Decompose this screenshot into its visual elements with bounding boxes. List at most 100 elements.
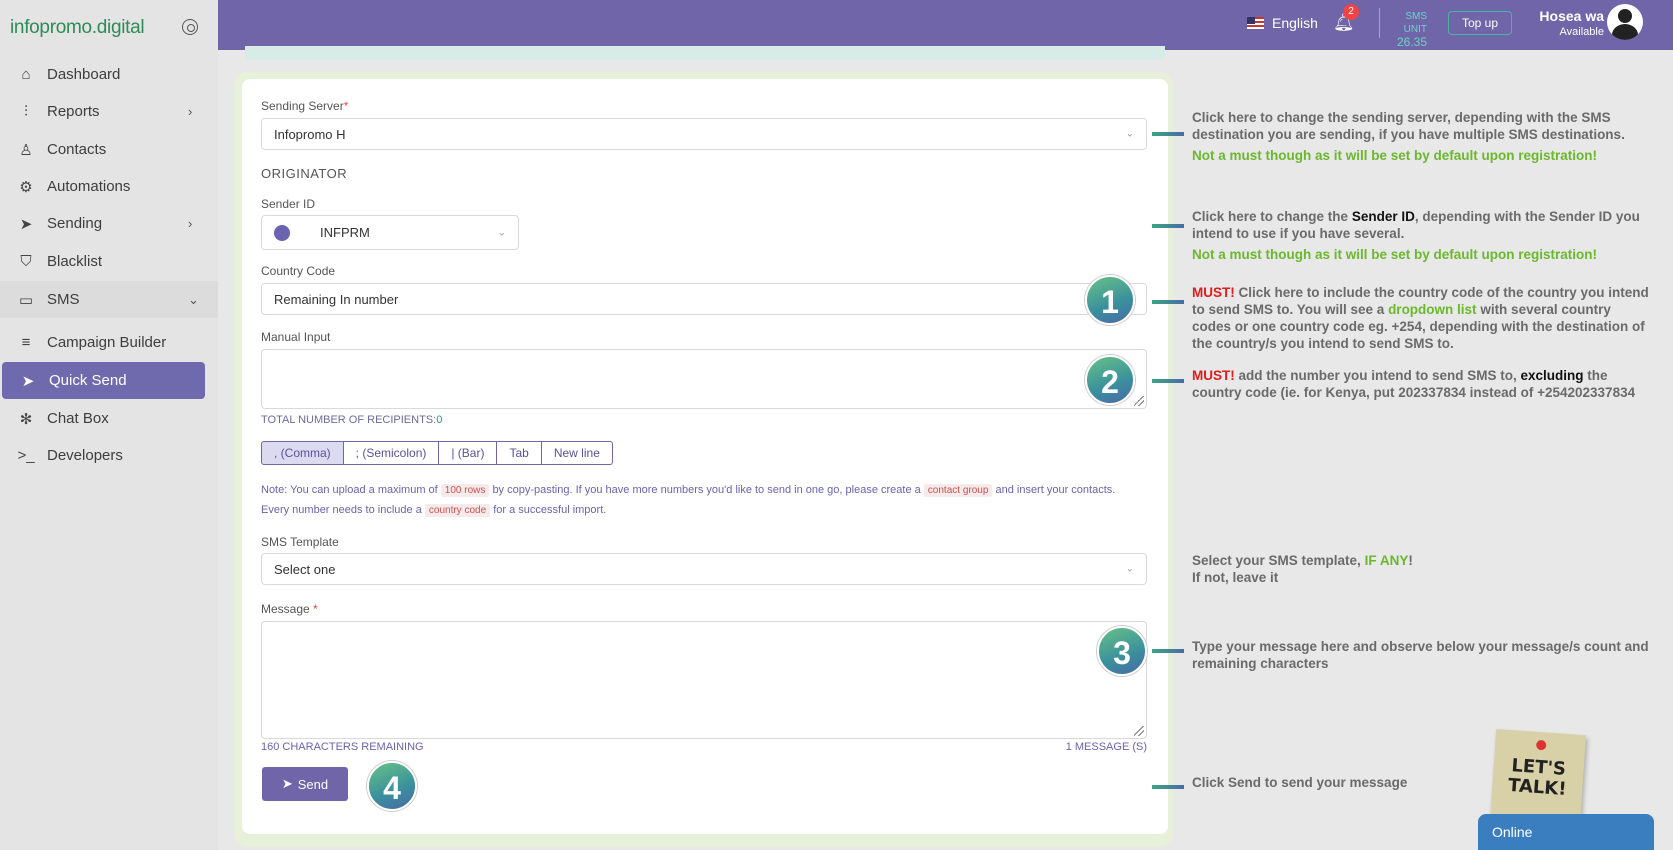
home-icon: ⌂ [21, 66, 31, 83]
sidebar-item-label: Automations [47, 178, 131, 195]
annotation-country-code: MUST! Click here to include the country … [1192, 285, 1649, 351]
shield-icon: ⛉ [20, 253, 32, 270]
country-code-select[interactable]: Remaining In number [261, 283, 1147, 315]
step-marker-1: 1 [1085, 275, 1135, 325]
sms-unit-value: 26.35 [1396, 35, 1427, 49]
annotation-sending-server: Click here to change the sending server,… [1192, 110, 1625, 163]
send-button[interactable]: ➤ Send [262, 767, 348, 801]
annotation-manual-input: MUST! add the number you intend to send … [1192, 368, 1636, 400]
message-textarea[interactable] [261, 621, 1147, 739]
message-label: Message * [261, 602, 318, 616]
sidebar-item-blacklist[interactable]: ⛉ Blacklist [0, 243, 218, 280]
sidebar-item-sms[interactable]: ▭ SMS ⌄ [0, 281, 218, 318]
sidebar-item-sending[interactable]: ➤ Sending › [0, 205, 218, 242]
sms-template-value: Select one [274, 561, 336, 577]
app-logo[interactable]: infopromo.digital [10, 17, 145, 39]
message-count: 1 MESSAGE (S) [1065, 741, 1147, 753]
cpu-icon: ⚙ [19, 178, 33, 196]
sidebar-item-automations[interactable]: ⚙ Automations [0, 168, 218, 205]
separator-newline-button[interactable]: New line [541, 441, 613, 465]
sms-unit-balance: SMS UNIT 26.35 [1387, 10, 1427, 49]
avatar[interactable] [1607, 4, 1643, 40]
sidebar: infopromo.digital ⌂ Dashboard ⫶ Reports … [0, 0, 218, 850]
sidebar-item-contacts[interactable]: ♙ Contacts [0, 131, 218, 168]
sending-server-value: Infopromo H [274, 126, 346, 142]
sidebar-item-label: Chat Box [47, 410, 109, 427]
recipients-count: 0 [436, 414, 443, 426]
user-name[interactable]: Hosea wa [1520, 8, 1604, 24]
notification-badge: 2 [1343, 4, 1359, 20]
sidebar-item-label: Reports [47, 103, 100, 120]
resize-handle-icon[interactable] [1134, 726, 1144, 736]
note-country-code-badge: country code [424, 503, 491, 517]
separator-group: , (Comma) ; (Semicolon) | (Bar) Tab New … [261, 441, 613, 465]
sending-server-label: Sending Server* [261, 99, 349, 113]
annotation-connector [1152, 785, 1184, 789]
sender-id-select[interactable]: INFPRM ⌄ [261, 215, 519, 250]
sidebar-item-label: Campaign Builder [47, 334, 167, 351]
sidebar-item-label: Dashboard [47, 66, 121, 83]
sidebar-item-label: Contacts [47, 141, 107, 158]
chevron-down-icon: ⌄ [1125, 563, 1134, 575]
chevron-right-icon: › [188, 216, 193, 231]
upload-note: Note: You can upload a maximum of 100 ro… [261, 484, 1116, 517]
annotation-sms-template: Select your SMS template, IF ANY! If not… [1192, 553, 1413, 585]
chevron-down-icon: ⌄ [1125, 128, 1134, 140]
annotation-connector [1152, 132, 1184, 136]
separator-comma-button[interactable]: , (Comma) [261, 441, 344, 465]
note-rows-badge: 100 rows [440, 484, 490, 497]
annotation-connector [1152, 649, 1184, 653]
language-selector[interactable]: English [1247, 15, 1318, 31]
step-marker-4: 4 [367, 761, 417, 811]
sending-server-select[interactable]: Infopromo H ⌄ [261, 118, 1147, 150]
sidebar-item-developers[interactable]: >_ Developers [0, 437, 218, 474]
lets-talk-sticker[interactable]: LET'S TALK! [1489, 728, 1587, 826]
sidebar-toggle-icon[interactable] [182, 19, 198, 35]
characters-remaining: 160 CHARACTERS REMAINING [261, 741, 424, 753]
sidebar-item-label: SMS [47, 291, 80, 308]
step-marker-2: 2 [1085, 355, 1135, 405]
topup-button[interactable]: Top up [1448, 11, 1512, 35]
sidebar-item-reports[interactable]: ⫶ Reports › [0, 93, 218, 130]
note-contact-group-badge: contact group [923, 484, 993, 497]
sidebar-item-label: Developers [47, 447, 123, 464]
header-divider [1379, 8, 1380, 38]
annotation-connector [1152, 224, 1184, 228]
sidebar-item-label: Quick Send [49, 372, 127, 389]
sender-avatar-icon [274, 224, 290, 241]
step-marker-3: 3 [1097, 626, 1147, 676]
send-icon: ➤ [21, 372, 35, 390]
message-icon: ▭ [18, 291, 34, 309]
chevron-down-icon: ⌄ [497, 227, 506, 238]
sender-id-value: INFPRM [320, 225, 370, 240]
manual-input-textarea[interactable] [261, 349, 1147, 409]
separator-bar-button[interactable]: | (Bar) [439, 441, 498, 465]
resize-handle-icon[interactable] [1134, 396, 1144, 406]
manual-input-label: Manual Input [261, 330, 331, 344]
send-button-label: Send [297, 776, 329, 792]
annotation-sender-id: Click here to change the Sender ID, depe… [1192, 209, 1640, 262]
originator-title: ORIGINATOR [261, 166, 348, 181]
annotation-connector [1152, 379, 1184, 383]
sidebar-item-dashboard[interactable]: ⌂ Dashboard [0, 56, 218, 93]
total-recipients: TOTAL NUMBER OF RECIPIENTS:0 [261, 414, 443, 426]
sms-template-select[interactable]: Select one ⌄ [261, 553, 1147, 585]
sidebar-item-label: Sending [47, 215, 103, 232]
chat-widget-tab[interactable]: Online [1478, 814, 1654, 850]
annotation-connector [1152, 300, 1184, 304]
user-icon: ♙ [19, 141, 33, 159]
country-code-label: Country Code [261, 264, 336, 278]
bar-chart-icon: ⫶ [24, 103, 28, 120]
chat-icon: ✻ [19, 410, 33, 428]
sms-template-label: SMS Template [261, 535, 339, 549]
chevron-down-icon: ⌄ [188, 291, 199, 307]
sms-unit-label: SMS UNIT [1403, 11, 1427, 35]
separator-semicolon-button[interactable]: ; (Semicolon) [343, 441, 440, 465]
language-label: English [1272, 15, 1318, 31]
sidebar-item-campaign-builder[interactable]: ≡ Campaign Builder [0, 324, 218, 361]
sidebar-item-quick-send[interactable]: ➤ Quick Send [2, 362, 205, 399]
sidebar-item-chat-box[interactable]: ✻ Chat Box [0, 400, 218, 437]
sidebar-item-label: Blacklist [47, 253, 103, 270]
separator-tab-button[interactable]: Tab [497, 441, 542, 465]
us-flag-icon [1247, 17, 1264, 29]
